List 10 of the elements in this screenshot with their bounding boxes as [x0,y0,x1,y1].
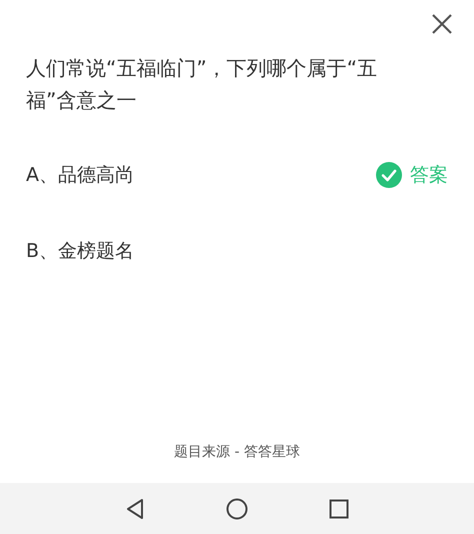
close-icon[interactable] [430,12,454,36]
answer-label: 答案 [410,163,448,188]
source-text: 题目来源 - 答答星球 [174,443,300,461]
back-icon[interactable] [124,498,146,520]
answer-option[interactable]: A、品德高尚 [26,162,134,188]
question-text: 人们常说“五福临门”，下列哪个属于“五福”含意之一 [26,55,378,114]
recents-icon[interactable] [328,498,350,520]
answer-option[interactable]: B、金榜题名 [26,238,134,264]
check-circle-icon [376,162,402,188]
home-icon[interactable] [226,498,248,520]
